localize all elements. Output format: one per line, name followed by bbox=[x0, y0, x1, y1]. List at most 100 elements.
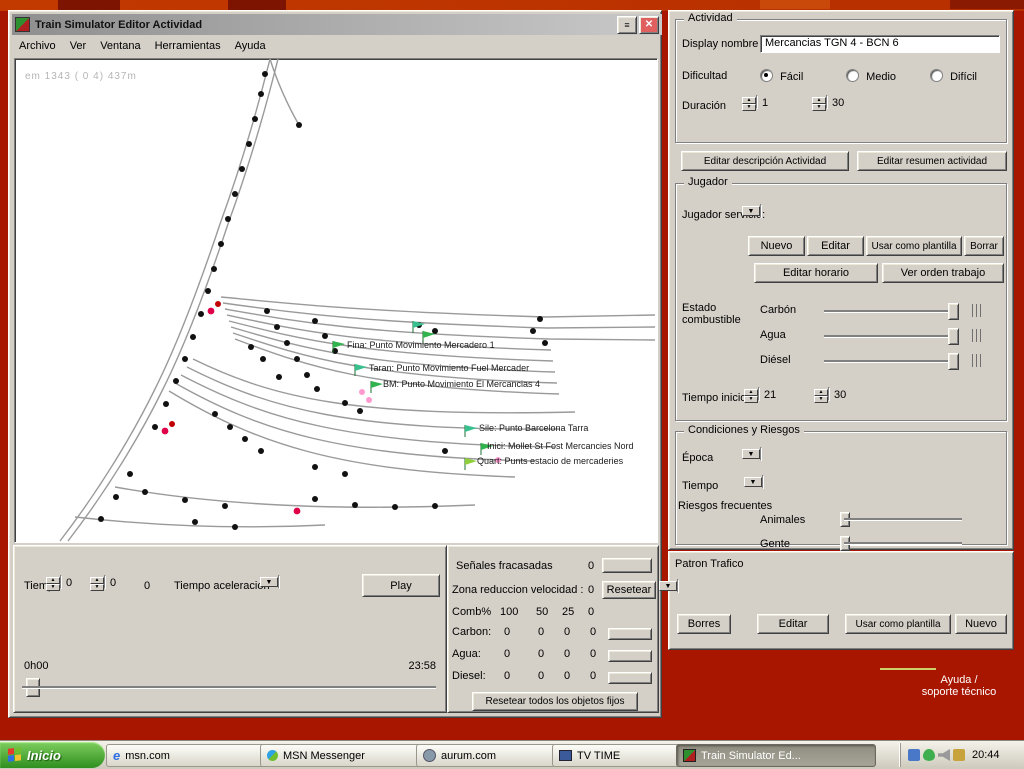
diesel-slider-ticks bbox=[972, 354, 984, 367]
trafico-borrar-button[interactable]: Borres bbox=[677, 614, 731, 634]
tray-display-icon[interactable] bbox=[908, 749, 920, 761]
spinner-down-icon[interactable]: ▼ bbox=[742, 104, 756, 111]
spinner-down-icon[interactable]: ▼ bbox=[744, 396, 758, 403]
ver-orden-trabajo-button[interactable]: Ver orden trabajo bbox=[882, 263, 1004, 283]
desktop-help-text: Ayuda / soporte técnico bbox=[900, 674, 1018, 698]
radio-facil[interactable]: Fácil bbox=[760, 69, 803, 83]
agua-slider-track[interactable] bbox=[824, 335, 958, 338]
jugador-editar-button[interactable]: Editar bbox=[807, 236, 864, 256]
taskbar-clock[interactable]: 20:44 bbox=[972, 749, 1000, 761]
diesel-slider-thumb[interactable] bbox=[948, 353, 959, 370]
radio-medio[interactable]: Medio bbox=[846, 69, 896, 83]
spinner-down-icon[interactable]: ▼ bbox=[812, 104, 826, 111]
tiempo-hours-spinner[interactable]: 0 ▲▼ bbox=[60, 575, 62, 589]
chevron-down-icon[interactable]: ▼ bbox=[744, 477, 762, 487]
radio-medio-icon[interactable] bbox=[846, 69, 859, 82]
chevron-down-icon[interactable]: ▼ bbox=[742, 206, 760, 216]
window-icon bbox=[15, 17, 30, 32]
zone-label: Zona reduccion velocidad : bbox=[452, 584, 583, 596]
task-button-train-simulator[interactable]: Train Simulator Ed... bbox=[676, 744, 876, 767]
waypoint-label[interactable]: Taran: Punto Movimiento Fuel Mercader bbox=[369, 363, 529, 373]
tray-shield-icon[interactable] bbox=[923, 749, 935, 761]
chevron-down-icon[interactable]: ▼ bbox=[659, 581, 677, 591]
animales-slider-track[interactable] bbox=[844, 518, 962, 521]
trafico-editar-button[interactable]: Editar bbox=[757, 614, 829, 634]
reset-all-button[interactable]: Resetear todos los objetos fijos bbox=[472, 692, 638, 711]
menu-ventana[interactable]: Ventana bbox=[93, 38, 147, 54]
editar-horario-button[interactable]: Editar horario bbox=[754, 263, 878, 283]
spinner-up-icon[interactable]: ▲ bbox=[814, 389, 828, 396]
condiciones-group: Condiciones y Riesgos Época Primavera ▼ … bbox=[675, 431, 1007, 545]
radio-facil-icon[interactable] bbox=[760, 69, 773, 82]
start-button[interactable]: Inicio bbox=[0, 742, 105, 768]
accel-combobox[interactable]: 1x ▼ bbox=[278, 575, 280, 589]
actividad-group-label: Actividad bbox=[684, 12, 737, 24]
trafico-usar-plantilla-button[interactable]: Usar como plantilla bbox=[845, 614, 951, 634]
inicio-minutes-spinner[interactable]: 30 ▲▼ bbox=[828, 387, 830, 401]
epoca-combobox[interactable]: Primavera ▼ bbox=[760, 447, 762, 461]
task-button-msn[interactable]: e msn.com bbox=[106, 744, 268, 767]
jugador-usar-plantilla-button[interactable]: Usar como plantilla bbox=[866, 236, 962, 256]
spinner-up-icon[interactable]: ▲ bbox=[812, 97, 826, 104]
tiempo-combobox[interactable]: Despejado ▼ bbox=[762, 475, 764, 489]
patron-trafico-combobox[interactable]: Mercancias TGN 4 - BCN 6 ▼ bbox=[677, 579, 679, 593]
task-button-tvtime[interactable]: TV TIME bbox=[552, 744, 684, 767]
play-button[interactable]: Play bbox=[362, 574, 440, 597]
spinner-down-icon[interactable]: ▼ bbox=[90, 584, 104, 591]
inicio-hours-spinner[interactable]: 21 ▲▼ bbox=[758, 387, 760, 401]
reset-button[interactable]: Resetear bbox=[602, 581, 656, 599]
waypoint-label[interactable]: Sile: Punto Barcelona Tarra bbox=[479, 423, 588, 433]
chevron-down-icon[interactable]: ▼ bbox=[260, 577, 278, 587]
jugador-borrar-button[interactable]: Borrar bbox=[964, 236, 1004, 256]
signals-scroll[interactable] bbox=[602, 558, 652, 573]
desktop-art-block bbox=[228, 0, 286, 10]
jugador-servicio-combobox[interactable]: 269003 Mercancias Quimms ▼ bbox=[760, 204, 762, 218]
spinner-up-icon[interactable]: ▲ bbox=[90, 577, 104, 584]
route-map bbox=[15, 59, 657, 542]
spinner-down-icon[interactable]: ▼ bbox=[46, 584, 60, 591]
spinner-up-icon[interactable]: ▲ bbox=[744, 389, 758, 396]
spinner-up-icon[interactable]: ▲ bbox=[742, 97, 756, 104]
waypoint-label[interactable]: BM: Punto Movimiento El Mercancias 4 bbox=[383, 379, 540, 389]
signals-label: Señales fracasadas bbox=[456, 560, 553, 572]
jugador-nuevo-button[interactable]: Nuevo bbox=[748, 236, 805, 256]
fuel-slider-label: Diésel bbox=[760, 354, 791, 366]
fuel-row-scroll[interactable] bbox=[608, 672, 652, 684]
spinner-up-icon[interactable]: ▲ bbox=[46, 577, 60, 584]
route-map-viewport[interactable]: em 1343 ( 0 4) 437m bbox=[14, 58, 658, 543]
menu-herramientas[interactable]: Herramientas bbox=[148, 38, 228, 54]
radio-dificil[interactable]: Difícil bbox=[930, 69, 977, 83]
chevron-down-icon[interactable]: ▼ bbox=[742, 449, 760, 459]
carbon-slider-track[interactable] bbox=[824, 310, 958, 313]
minimize-button[interactable]: ≡ bbox=[617, 16, 637, 34]
timeline-slider-track[interactable] bbox=[22, 686, 436, 689]
window-titlebar[interactable]: Train Simulator Editor Actividad ≡ ✕ bbox=[12, 14, 662, 35]
carbon-slider-thumb[interactable] bbox=[948, 303, 959, 320]
waypoint-label[interactable]: Fina: Punto Movimiento Mercadero 1 bbox=[347, 340, 495, 350]
task-button-aurum[interactable]: aurum.com bbox=[416, 744, 560, 767]
editar-descripcion-button[interactable]: Editar descripción Actividad bbox=[681, 151, 849, 171]
duracion-hours-spinner[interactable]: 1 ▲▼ bbox=[756, 95, 758, 109]
menu-ayuda[interactable]: Ayuda bbox=[228, 38, 273, 54]
waypoint-label[interactable]: Quart: Punts estacio de mercaderies bbox=[477, 456, 623, 466]
tiempo-minutes-spinner[interactable]: 0 ▲▼ bbox=[104, 575, 106, 589]
task-button-messenger[interactable]: MSN Messenger bbox=[260, 744, 424, 767]
fuel-row-scroll[interactable] bbox=[608, 628, 652, 640]
zone-value: 0 bbox=[588, 584, 594, 596]
tray-volume-icon[interactable] bbox=[938, 749, 950, 761]
waypoint-label[interactable]: Inici: Mollet St Fost Mercancies Nord bbox=[487, 441, 634, 451]
trafico-nuevo-button[interactable]: Nuevo bbox=[955, 614, 1007, 634]
duracion-minutes-spinner[interactable]: 30 ▲▼ bbox=[826, 95, 828, 109]
fuel-row-scroll[interactable] bbox=[608, 650, 652, 662]
editar-resumen-button[interactable]: Editar resumen actividad bbox=[857, 151, 1007, 171]
tray-network-icon[interactable] bbox=[953, 749, 965, 761]
display-nombre-field[interactable]: Mercancias TGN 4 - BCN 6 bbox=[760, 35, 1000, 53]
menu-archivo[interactable]: Archivo bbox=[12, 38, 63, 54]
spinner-down-icon[interactable]: ▼ bbox=[814, 396, 828, 403]
close-button[interactable]: ✕ bbox=[639, 16, 659, 34]
radio-dificil-icon[interactable] bbox=[930, 69, 943, 82]
diesel-slider-track[interactable] bbox=[824, 360, 958, 363]
menu-ver[interactable]: Ver bbox=[63, 38, 94, 54]
gente-slider-track[interactable] bbox=[844, 542, 962, 545]
agua-slider-thumb[interactable] bbox=[948, 328, 959, 345]
